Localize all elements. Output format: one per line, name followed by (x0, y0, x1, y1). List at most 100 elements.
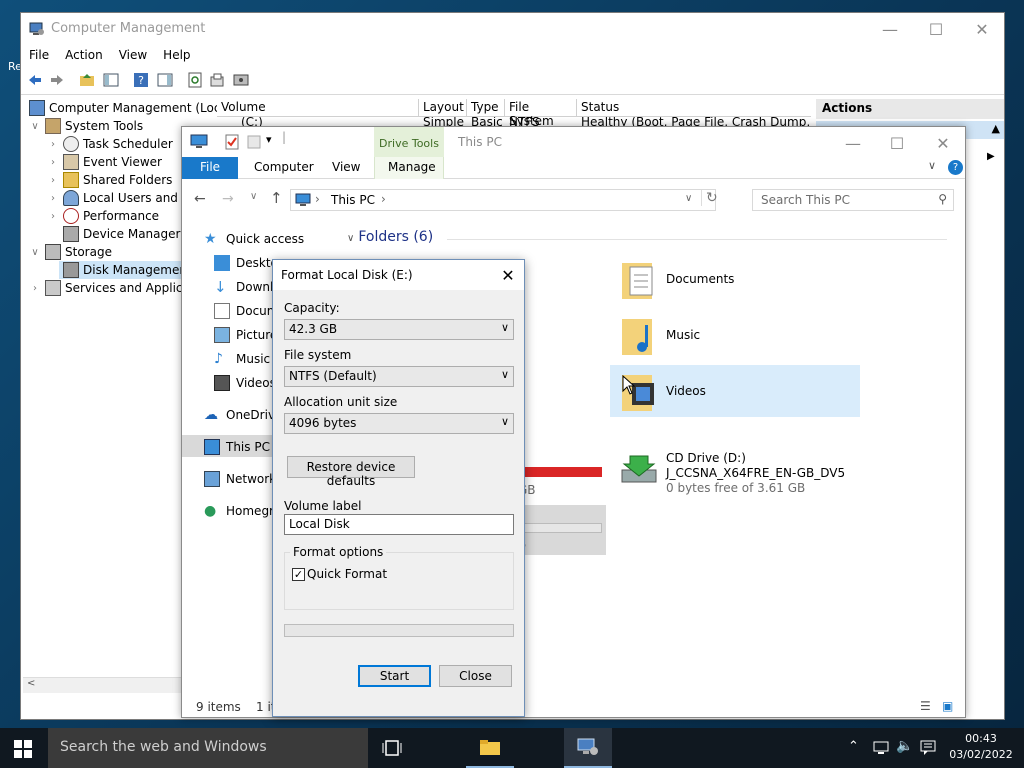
tree-item-computer-management[interactable]: Computer Management (Local (25, 99, 231, 117)
nav-videos[interactable]: Videos (214, 373, 276, 393)
tree-item-performance[interactable]: › Performance (47, 207, 159, 225)
tree-item-event-viewer[interactable]: › Event Viewer (47, 153, 162, 171)
show-hidden-icons-chevron-icon[interactable]: ⌃ (848, 739, 859, 754)
nav-onedrive[interactable]: ☁ OneDrive (204, 405, 282, 425)
tab-view[interactable]: View (322, 157, 370, 179)
restore-defaults-button[interactable]: Restore device defaults (287, 456, 415, 488)
group-collapse-chevron-icon[interactable]: ∨ (347, 233, 354, 244)
refresh-icon[interactable] (187, 72, 203, 88)
disk-settings-icon[interactable] (233, 72, 249, 88)
action-center-icon[interactable] (920, 740, 936, 756)
close-button[interactable]: Close (439, 665, 512, 687)
task-view-icon[interactable] (382, 739, 402, 757)
menu-help[interactable]: Help (155, 45, 198, 65)
nav-music[interactable]: ♪ Music (214, 349, 270, 369)
menu-view[interactable]: View (111, 45, 155, 65)
folder-tile-music[interactable]: Music (620, 313, 700, 357)
nav-pictures[interactable]: Picture (214, 325, 277, 345)
address-text[interactable]: This PC (331, 193, 375, 207)
format-dialog-titlebar[interactable]: Format Local Disk (E:) ✕ (273, 260, 524, 290)
search-input[interactable]: Search This PC ⚲ (752, 189, 954, 211)
collapse-triangle-icon[interactable]: ▲ (992, 122, 1000, 135)
nav-homegroup[interactable]: ● Homegr (204, 501, 274, 521)
menu-file[interactable]: File (21, 45, 57, 65)
explorer-minimize-icon[interactable]: — (830, 127, 876, 159)
collapsed-chevron-icon[interactable]: › (47, 175, 59, 186)
details-view-icon[interactable]: ☰ (920, 699, 931, 713)
capacity-select[interactable]: 42.3 GB ∨ (284, 319, 514, 340)
column-file-system[interactable]: File System (505, 99, 577, 128)
collapsed-chevron-icon[interactable]: › (47, 157, 59, 168)
cm-titlebar[interactable]: Computer Management — ☐ ✕ (21, 13, 1004, 45)
column-layout[interactable]: Layout (419, 99, 467, 117)
volume-icon[interactable]: 🔈 (896, 738, 913, 754)
help-icon[interactable]: ? (133, 72, 149, 88)
cd-drive-tile[interactable]: CD Drive (D:) J_CCSNA_X64FRE_EN-GB_DV5 0… (620, 451, 845, 496)
new-folder-icon[interactable] (246, 134, 262, 150)
tree-horizontal-scrollbar[interactable]: < (23, 677, 183, 693)
nav-network[interactable]: Network (204, 469, 276, 489)
tree-item-services-applications[interactable]: › Services and Applicati (29, 279, 198, 297)
folder-tile-documents[interactable]: Documents (620, 257, 734, 301)
start-button[interactable]: Start (358, 665, 431, 687)
recent-locations-icon[interactable]: ∨ (250, 191, 257, 202)
nav-downloads[interactable]: ↓ Downlo (214, 277, 281, 297)
column-status[interactable]: Status (577, 99, 811, 117)
taskbar-computer-management[interactable] (564, 728, 612, 768)
more-actions-triangle-icon[interactable]: ▶ (987, 151, 995, 162)
show-hide-action-pane-icon[interactable] (157, 72, 173, 88)
nav-documents[interactable]: Docum (214, 301, 278, 321)
menu-action[interactable]: Action (57, 45, 111, 65)
expanded-chevron-icon[interactable]: ∨ (29, 247, 41, 258)
minimize-icon[interactable]: — (867, 13, 913, 45)
format-dialog-close-icon[interactable]: ✕ (496, 263, 520, 287)
nav-back-icon[interactable]: ← (194, 191, 206, 207)
tab-computer[interactable]: Computer (244, 157, 324, 179)
collapsed-chevron-icon[interactable]: › (47, 211, 59, 222)
tree-item-local-users[interactable]: › Local Users and Gr (47, 189, 196, 207)
quick-format-label[interactable]: Quick Format (307, 567, 387, 581)
collapsed-chevron-icon[interactable]: › (29, 283, 41, 294)
explorer-maximize-icon[interactable]: ☐ (874, 127, 920, 159)
nav-this-pc[interactable]: This PC (204, 437, 270, 457)
network-status-icon[interactable] (872, 740, 890, 756)
quick-format-checkbox[interactable]: ✓ (292, 568, 305, 581)
console-tree-icon[interactable] (103, 72, 119, 88)
folders-group-header[interactable]: ∨ Folders (6) (347, 229, 947, 245)
tree-item-storage[interactable]: ∨ Storage (29, 243, 112, 261)
address-dropdown-icon[interactable]: ∨ (685, 193, 692, 204)
column-type[interactable]: Type (467, 99, 505, 117)
tree-item-device-manager[interactable]: Device Manager (59, 225, 180, 243)
tree-item-system-tools[interactable]: ∨ System Tools (29, 117, 143, 135)
back-arrow-icon[interactable] (27, 72, 43, 88)
taskbar-search-box[interactable]: Search the web and Windows (48, 728, 368, 768)
tab-file[interactable]: File (182, 157, 238, 179)
file-system-select[interactable]: NTFS (Default) ∨ (284, 366, 514, 387)
up-folder-icon[interactable] (79, 72, 95, 88)
properties-icon[interactable] (209, 72, 225, 88)
volume-label-input[interactable]: Local Disk (284, 514, 514, 535)
scroll-left-icon[interactable]: < (27, 678, 35, 689)
nav-up-icon[interactable]: ↑ (270, 189, 283, 207)
nav-forward-icon[interactable]: → (222, 191, 234, 207)
collapsed-chevron-icon[interactable]: › (47, 193, 59, 204)
nav-quick-access[interactable]: ★ Quick access (204, 229, 304, 249)
address-bar[interactable]: › This PC › ∨ ↻ (290, 189, 718, 211)
column-volume[interactable]: Volume (217, 99, 419, 117)
tab-manage[interactable]: Manage (378, 157, 446, 179)
help-circle-icon[interactable]: ? (948, 160, 963, 175)
collapsed-chevron-icon[interactable]: › (47, 139, 59, 150)
refresh-icon[interactable]: ↻ (701, 190, 718, 206)
close-icon[interactable]: ✕ (959, 13, 1005, 45)
quick-access-dropdown-icon[interactable]: ▾ (266, 133, 272, 146)
maximize-icon[interactable]: ☐ (913, 13, 959, 45)
expanded-chevron-icon[interactable]: ∨ (29, 121, 41, 132)
taskbar-file-explorer[interactable] (466, 728, 514, 768)
large-icons-view-icon[interactable]: ▣ (942, 699, 953, 713)
explorer-close-icon[interactable]: ✕ (920, 127, 966, 159)
forward-arrow-icon[interactable] (49, 72, 65, 88)
allocation-unit-select[interactable]: 4096 bytes ∨ (284, 413, 514, 434)
tree-item-shared-folders[interactable]: › Shared Folders (47, 171, 172, 189)
taskbar-clock[interactable]: 00:43 03/02/2022 (946, 731, 1016, 763)
ribbon-expand-chevron-icon[interactable]: ∨ (928, 159, 936, 172)
